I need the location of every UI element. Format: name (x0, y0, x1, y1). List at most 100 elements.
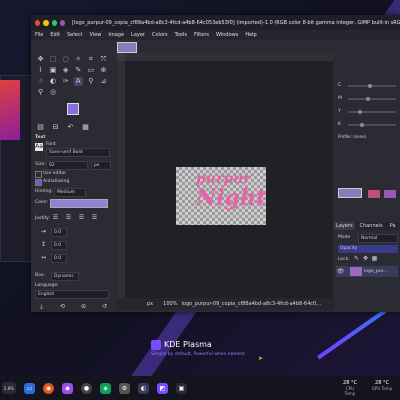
launcher-icon[interactable]: ◆ (62, 382, 73, 394)
restore-preset-icon[interactable]: ⟲ (58, 302, 67, 311)
indent-field[interactable]: 0.0 (51, 228, 67, 237)
paths-tab[interactable]: Pa (388, 222, 398, 230)
slider-k[interactable] (348, 123, 396, 127)
gegl-icon[interactable]: ◎ (49, 88, 58, 97)
justify-fill-icon[interactable]: ☰ (90, 213, 99, 222)
slider-k-knob[interactable] (360, 123, 364, 127)
menu-view[interactable]: View (90, 32, 102, 38)
dodge-icon[interactable]: ◐ (49, 77, 58, 86)
menu-edit[interactable]: Edit (50, 32, 60, 38)
gimp-taskbar-icon[interactable]: ◐ (138, 382, 149, 394)
image-tab-thumbnail[interactable] (117, 42, 137, 53)
text-color-button[interactable] (50, 199, 108, 208)
brush-icon[interactable]: ✎ (74, 66, 83, 75)
channels-tab[interactable]: Channels (358, 222, 385, 230)
menu-layer[interactable]: Layer (131, 32, 145, 38)
title-bar[interactable]: [logo_purpur-09_copia_cf88a4bd-a8c3-4fcd… (31, 15, 400, 30)
delete-preset-icon[interactable]: ⊘ (79, 302, 88, 311)
size-field[interactable]: 62 (46, 161, 88, 170)
gpu-temp-sensor[interactable]: 28 °C GPU Temp (370, 380, 394, 391)
device-status-tab-icon[interactable]: ⊟ (51, 123, 60, 132)
menu-tools[interactable]: Tools (175, 32, 187, 38)
slider-c[interactable] (348, 84, 396, 88)
menu-filters[interactable]: Filters (194, 32, 209, 38)
language-field[interactable]: English (35, 290, 109, 299)
color-history-swatch[interactable] (338, 188, 362, 198)
use-editor-checkbox[interactable] (35, 171, 42, 178)
slider-y[interactable] (348, 110, 396, 114)
app-icon-purple[interactable]: ◩ (157, 382, 168, 394)
menu-select[interactable]: Select (67, 32, 82, 38)
cpu-temp-sensor[interactable]: 28 °C CPU Temp (340, 380, 360, 396)
path-icon[interactable]: ✑ (61, 77, 70, 86)
cage-icon[interactable]: ▣ (49, 66, 58, 75)
slider-m-knob[interactable] (366, 97, 370, 101)
undo-history-tab-icon[interactable]: ↶ (66, 123, 75, 132)
eraser-icon[interactable]: ▭ (86, 66, 95, 75)
images-tab-icon[interactable]: ▦ (81, 123, 90, 132)
line-spacing-field[interactable]: 0.0 (51, 241, 67, 250)
font-preview-icon[interactable]: Aa (35, 143, 43, 151)
rect-select-icon[interactable]: ⬚ (49, 55, 58, 64)
justify-left-icon[interactable]: ☰ (51, 213, 60, 222)
antialiasing-checkbox[interactable] (35, 179, 42, 186)
justify-right-icon[interactable]: ☰ (64, 213, 73, 222)
color-picker-icon[interactable]: ⚲ (86, 77, 95, 86)
lasso-icon[interactable]: ◌ (61, 55, 70, 64)
lock-alpha-icon[interactable]: ▦ (370, 254, 379, 263)
slider-y-knob[interactable] (358, 110, 362, 114)
zoom-select[interactable]: 100% (163, 301, 177, 307)
warp-icon[interactable]: ⌇ (36, 66, 45, 75)
tool-options-tab-icon[interactable]: ▤ (36, 123, 45, 132)
image-canvas[interactable]: purpur Night (176, 167, 266, 225)
current-color-swatch[interactable] (368, 190, 380, 198)
move-tool-icon[interactable]: ✥ (36, 55, 45, 64)
justify-center-icon[interactable]: ☰ (77, 213, 86, 222)
file-manager-icon[interactable]: ▭ (24, 382, 35, 394)
unit-select[interactable]: px (147, 301, 153, 307)
clone-icon[interactable]: ⊕ (99, 66, 108, 75)
maximize-button[interactable] (51, 19, 57, 26)
foreground-color[interactable] (67, 103, 79, 115)
lock-position-icon[interactable]: ✥ (361, 254, 370, 263)
lock-pixels-icon[interactable]: ✎ (352, 254, 361, 263)
slider-c-knob[interactable] (368, 84, 372, 88)
smudge-icon[interactable]: ☝ (36, 77, 45, 86)
box-select[interactable]: Dynamic (51, 272, 79, 281)
cpu-usage-badge[interactable]: 2.8% (2, 382, 16, 394)
measure-icon[interactable]: ⊿ (99, 77, 108, 86)
app-icon-gear[interactable]: ⚙ (119, 382, 130, 394)
size-unit-select[interactable]: px (91, 161, 111, 170)
menu-image[interactable]: Image (108, 32, 124, 38)
menu-help[interactable]: Help (245, 32, 256, 38)
app-icon-green[interactable]: ◈ (100, 382, 111, 394)
menu-windows[interactable]: Windows (216, 32, 238, 38)
letter-spacing-field[interactable]: 0.0 (51, 254, 67, 263)
canvas-viewport[interactable]: purpur Night (125, 61, 333, 298)
visibility-eye-icon[interactable]: 👁 (336, 267, 345, 276)
vertical-ruler[interactable] (117, 61, 125, 298)
opacity-slider[interactable]: Opacity (338, 245, 398, 253)
menu-file[interactable]: File (35, 32, 43, 38)
minimize-button[interactable] (43, 19, 49, 26)
crop-icon[interactable]: ⌗ (86, 55, 95, 64)
color-dialog-button[interactable] (384, 190, 396, 198)
firefox-icon[interactable]: ◉ (43, 382, 54, 394)
horizontal-ruler[interactable] (125, 53, 333, 61)
font-field[interactable]: Sans-serif Bold (46, 148, 110, 157)
menu-colors[interactable]: Colors (152, 32, 168, 38)
layer-row[interactable]: 👁 logo_pur... (336, 266, 398, 277)
fuzzy-select-icon[interactable]: ✧ (74, 55, 83, 64)
hinting-select[interactable]: Medium (54, 188, 86, 197)
mode-select[interactable]: Normal (358, 234, 398, 243)
transform-icon[interactable]: ⤧ (99, 55, 108, 64)
keep-above-button[interactable] (59, 19, 66, 26)
close-button[interactable] (35, 19, 41, 26)
zoom-icon[interactable]: ⚲ (36, 88, 45, 97)
layers-tab[interactable]: Layers (334, 222, 355, 230)
reset-icon[interactable]: ↺ (100, 302, 109, 311)
save-preset-icon[interactable]: ⤓ (37, 302, 46, 311)
media-icon[interactable]: ● (81, 382, 92, 394)
bucket-icon[interactable]: ◈ (61, 66, 70, 75)
text-tool-icon[interactable]: A (73, 77, 83, 86)
